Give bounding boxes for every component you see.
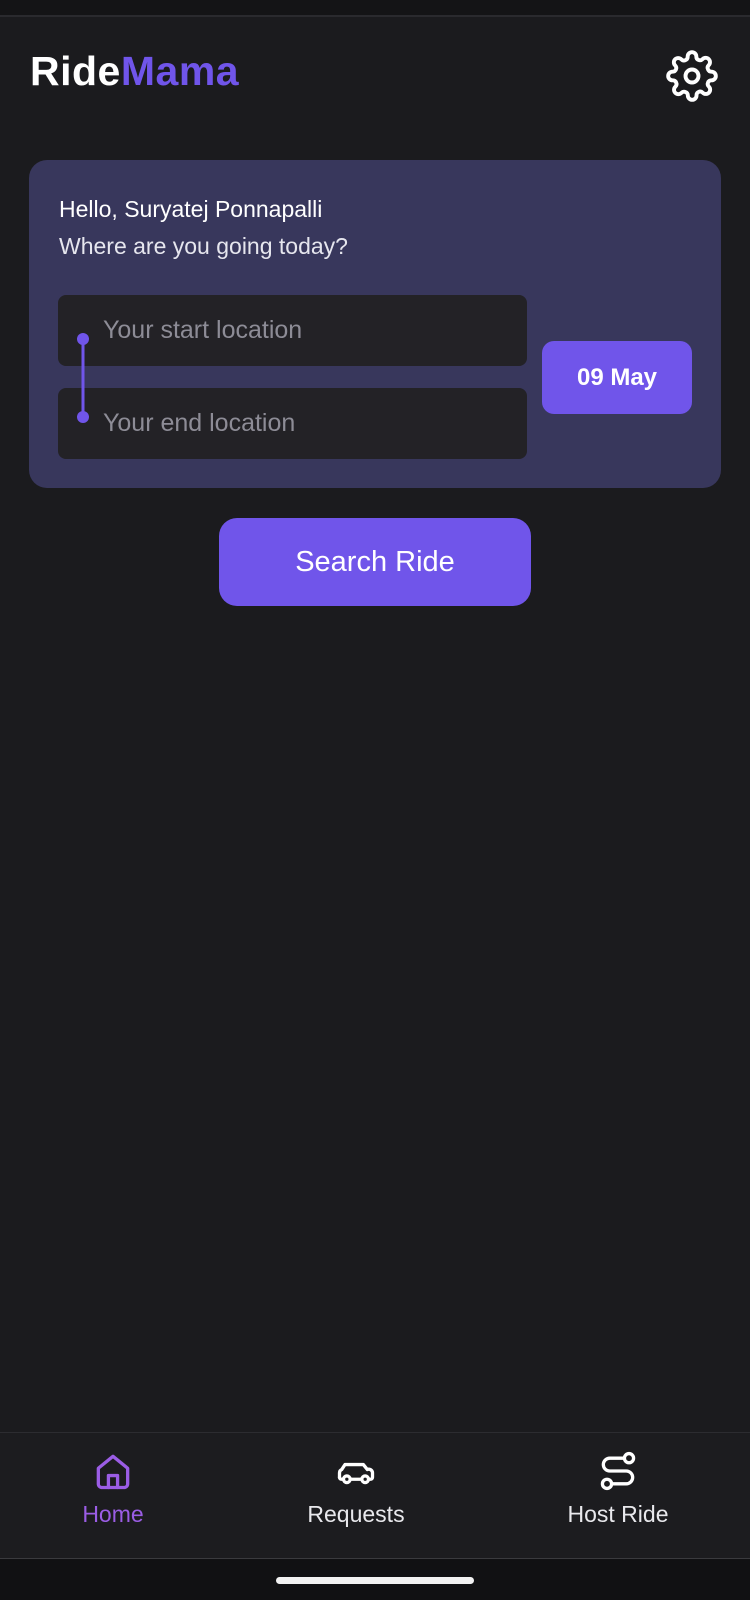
date-picker-button[interactable]: 09 May: [542, 341, 692, 414]
destination-prompt: Where are you going today?: [59, 233, 348, 259]
logo-text-mama: Mama: [120, 48, 240, 94]
car-icon: [337, 1462, 375, 1485]
nav-label-host-ride: Host Ride: [567, 1501, 669, 1527]
search-card: Hello, Suryatej Ponnapalli Where are you…: [29, 160, 721, 488]
app-header: RideMama: [0, 17, 750, 127]
nav-item-requests[interactable]: Requests: [256, 1433, 456, 1558]
nav-item-home[interactable]: Home: [13, 1433, 213, 1558]
nav-label-home: Home: [82, 1501, 144, 1527]
nav-item-host-ride[interactable]: Host Ride: [518, 1433, 718, 1558]
end-location-input[interactable]: [101, 408, 527, 439]
route-line-icon: [77, 333, 89, 423]
start-location-field[interactable]: [58, 295, 527, 366]
system-gesture-bar: [0, 1559, 750, 1600]
bottom-navigation: Home Requests Host Ride: [0, 1432, 750, 1559]
settings-button[interactable]: [662, 46, 722, 106]
status-bar: [0, 0, 750, 17]
nav-label-requests: Requests: [307, 1501, 405, 1527]
start-location-input[interactable]: [101, 315, 527, 346]
logo-text-ride: Ride: [30, 48, 121, 94]
search-ride-button[interactable]: Search Ride: [219, 518, 531, 606]
app-logo: RideMama: [30, 51, 239, 92]
gear-icon: [666, 50, 718, 102]
home-indicator[interactable]: [276, 1577, 474, 1584]
greeting-text: Hello, Suryatej Ponnapalli: [59, 196, 323, 222]
end-location-field[interactable]: [58, 388, 527, 459]
home-icon: [96, 1454, 130, 1490]
route-icon: [600, 1451, 636, 1491]
